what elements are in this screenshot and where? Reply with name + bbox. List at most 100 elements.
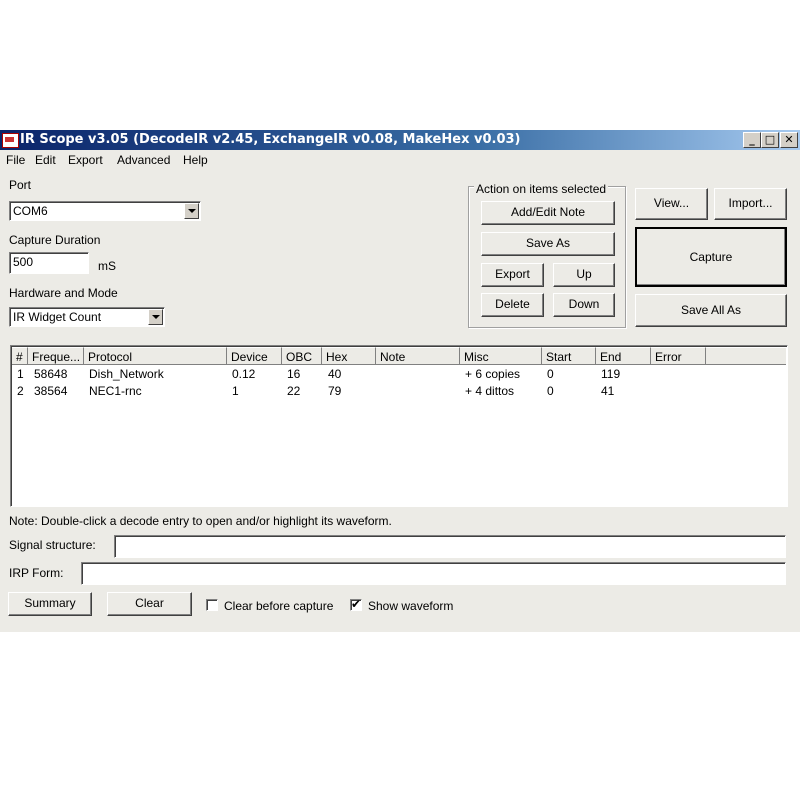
cell-obc: 16 bbox=[287, 367, 301, 381]
irp-form-field[interactable] bbox=[81, 562, 786, 585]
menu-export[interactable]: Export bbox=[68, 153, 103, 167]
summary-button[interactable]: Summary bbox=[8, 592, 92, 616]
menu-help[interactable]: Help bbox=[183, 153, 208, 167]
cell-end: 119 bbox=[601, 367, 621, 381]
hardware-mode-value: IR Widget Count bbox=[13, 310, 102, 324]
column-header-label: Hex bbox=[326, 350, 348, 364]
up-button[interactable]: Up bbox=[553, 263, 615, 287]
signal-structure-label: Signal structure: bbox=[9, 538, 96, 552]
capture-button[interactable]: Capture bbox=[635, 227, 787, 287]
title-bar[interactable]: IR Scope v3.05 (DecodeIR v2.45, Exchange… bbox=[0, 130, 800, 150]
minimize-button[interactable]: _ bbox=[743, 132, 761, 148]
column-header-filler bbox=[706, 347, 786, 365]
column-header-start[interactable]: Start bbox=[542, 347, 596, 365]
column-header-label: Misc bbox=[464, 350, 489, 364]
capture-duration-value: 500 bbox=[13, 255, 34, 269]
column-header-label: # bbox=[16, 350, 23, 364]
port-label: Port bbox=[9, 178, 32, 192]
main-window: IR Scope v3.05 (DecodeIR v2.45, Exchange… bbox=[0, 130, 800, 632]
action-group-legend: Action on items selected bbox=[474, 182, 609, 196]
capture-label: Capture bbox=[689, 250, 733, 264]
add-edit-note-label: Add/Edit Note bbox=[510, 205, 586, 219]
cell-protocol: NEC1-rnc bbox=[89, 384, 142, 398]
clear-label: Clear bbox=[135, 596, 164, 610]
capture-duration-unit: mS bbox=[98, 259, 116, 273]
cell-frequency: 58648 bbox=[34, 367, 68, 381]
capture-duration-input[interactable]: 500 bbox=[9, 252, 89, 274]
view-label: View... bbox=[653, 196, 690, 210]
column-header-end[interactable]: End bbox=[596, 347, 651, 365]
maximize-button[interactable]: □ bbox=[761, 132, 779, 148]
show-waveform-checkbox[interactable] bbox=[350, 597, 362, 611]
cell-misc: + 4 dittos bbox=[465, 384, 515, 398]
column-header-device[interactable]: Device bbox=[227, 347, 282, 365]
menu-advanced[interactable]: Advanced bbox=[117, 153, 170, 167]
delete-label: Delete bbox=[495, 297, 530, 311]
show-waveform-label[interactable]: Show waveform bbox=[368, 599, 453, 613]
cell-index: 1 bbox=[17, 367, 24, 381]
column-header-error[interactable]: Error bbox=[651, 347, 706, 365]
cell-misc: + 6 copies bbox=[465, 367, 521, 381]
close-button[interactable]: ✕ bbox=[780, 132, 798, 148]
column-header-obc[interactable]: OBC bbox=[282, 347, 322, 365]
column-header-frequency[interactable]: Freque... bbox=[28, 347, 84, 365]
clear-before-capture-checkbox[interactable] bbox=[206, 599, 218, 611]
menu-edit[interactable]: Edit bbox=[35, 153, 56, 167]
save-all-as-button[interactable]: Save All As bbox=[635, 294, 787, 327]
column-header-note[interactable]: Note bbox=[376, 347, 460, 365]
import-label: Import... bbox=[728, 196, 773, 210]
down-button[interactable]: Down bbox=[553, 293, 615, 317]
up-label: Up bbox=[576, 267, 592, 281]
hint-note: Note: Double-click a decode entry to ope… bbox=[9, 514, 392, 528]
view-button[interactable]: View... bbox=[635, 188, 708, 220]
cell-device: 1 bbox=[232, 384, 239, 398]
column-header-label: End bbox=[600, 350, 622, 364]
import-button[interactable]: Import... bbox=[714, 188, 787, 220]
cell-index: 2 bbox=[17, 384, 24, 398]
irp-form-label: IRP Form: bbox=[9, 566, 64, 580]
cell-frequency: 38564 bbox=[34, 384, 68, 398]
save-all-as-label: Save All As bbox=[680, 303, 742, 317]
delete-button[interactable]: Delete bbox=[481, 293, 544, 317]
save-as-label: Save As bbox=[525, 236, 571, 250]
cell-hex: 40 bbox=[328, 367, 342, 381]
column-header-protocol[interactable]: Protocol bbox=[84, 347, 227, 365]
column-header-label: OBC bbox=[286, 350, 313, 364]
column-header-hex[interactable]: Hex bbox=[322, 347, 376, 365]
chevron-down-icon[interactable] bbox=[148, 309, 163, 325]
clear-before-capture-label[interactable]: Clear before capture bbox=[224, 599, 333, 613]
port-select[interactable]: COM6 bbox=[9, 201, 201, 221]
menu-file[interactable]: File bbox=[6, 153, 25, 167]
table-row[interactable]: 2 38564 NEC1-rnc 1 22 79 + 4 dittos 0 41 bbox=[12, 383, 786, 400]
hardware-mode-label: Hardware and Mode bbox=[9, 286, 118, 300]
cell-end: 41 bbox=[601, 384, 615, 398]
cell-device: 0.12 bbox=[232, 367, 256, 381]
hardware-mode-select[interactable]: IR Widget Count bbox=[9, 307, 165, 327]
signal-structure-field[interactable] bbox=[114, 535, 786, 558]
chevron-down-icon[interactable] bbox=[184, 203, 199, 219]
decode-table[interactable]: # Freque... Protocol Device OBC Hex Note… bbox=[10, 345, 788, 507]
cell-protocol: Dish_Network bbox=[89, 367, 164, 381]
column-header-label: Start bbox=[546, 350, 572, 364]
export-label: Export bbox=[495, 267, 530, 281]
add-edit-note-button[interactable]: Add/Edit Note bbox=[481, 201, 615, 225]
column-header-label: Error bbox=[655, 350, 682, 364]
port-value: COM6 bbox=[13, 204, 48, 218]
column-header-label: Note bbox=[380, 350, 406, 364]
column-header-index[interactable]: # bbox=[12, 347, 28, 365]
column-header-label: Protocol bbox=[88, 350, 133, 364]
window-title: IR Scope v3.05 (DecodeIR v2.45, Exchange… bbox=[20, 132, 521, 147]
down-label: Down bbox=[568, 297, 600, 311]
cell-start: 0 bbox=[547, 367, 554, 381]
clear-button[interactable]: Clear bbox=[107, 592, 192, 616]
menu-bar: File Edit Export Advanced Help bbox=[0, 150, 800, 170]
app-icon bbox=[2, 133, 19, 148]
cell-hex: 79 bbox=[328, 384, 342, 398]
column-header-misc[interactable]: Misc bbox=[460, 347, 542, 365]
export-button[interactable]: Export bbox=[481, 263, 544, 287]
cell-start: 0 bbox=[547, 384, 554, 398]
table-row[interactable]: 1 58648 Dish_Network 0.12 16 40 + 6 copi… bbox=[12, 366, 786, 383]
column-header-label: Freque... bbox=[32, 350, 81, 364]
save-as-button[interactable]: Save As bbox=[481, 232, 615, 256]
column-header-label: Device bbox=[231, 350, 268, 364]
